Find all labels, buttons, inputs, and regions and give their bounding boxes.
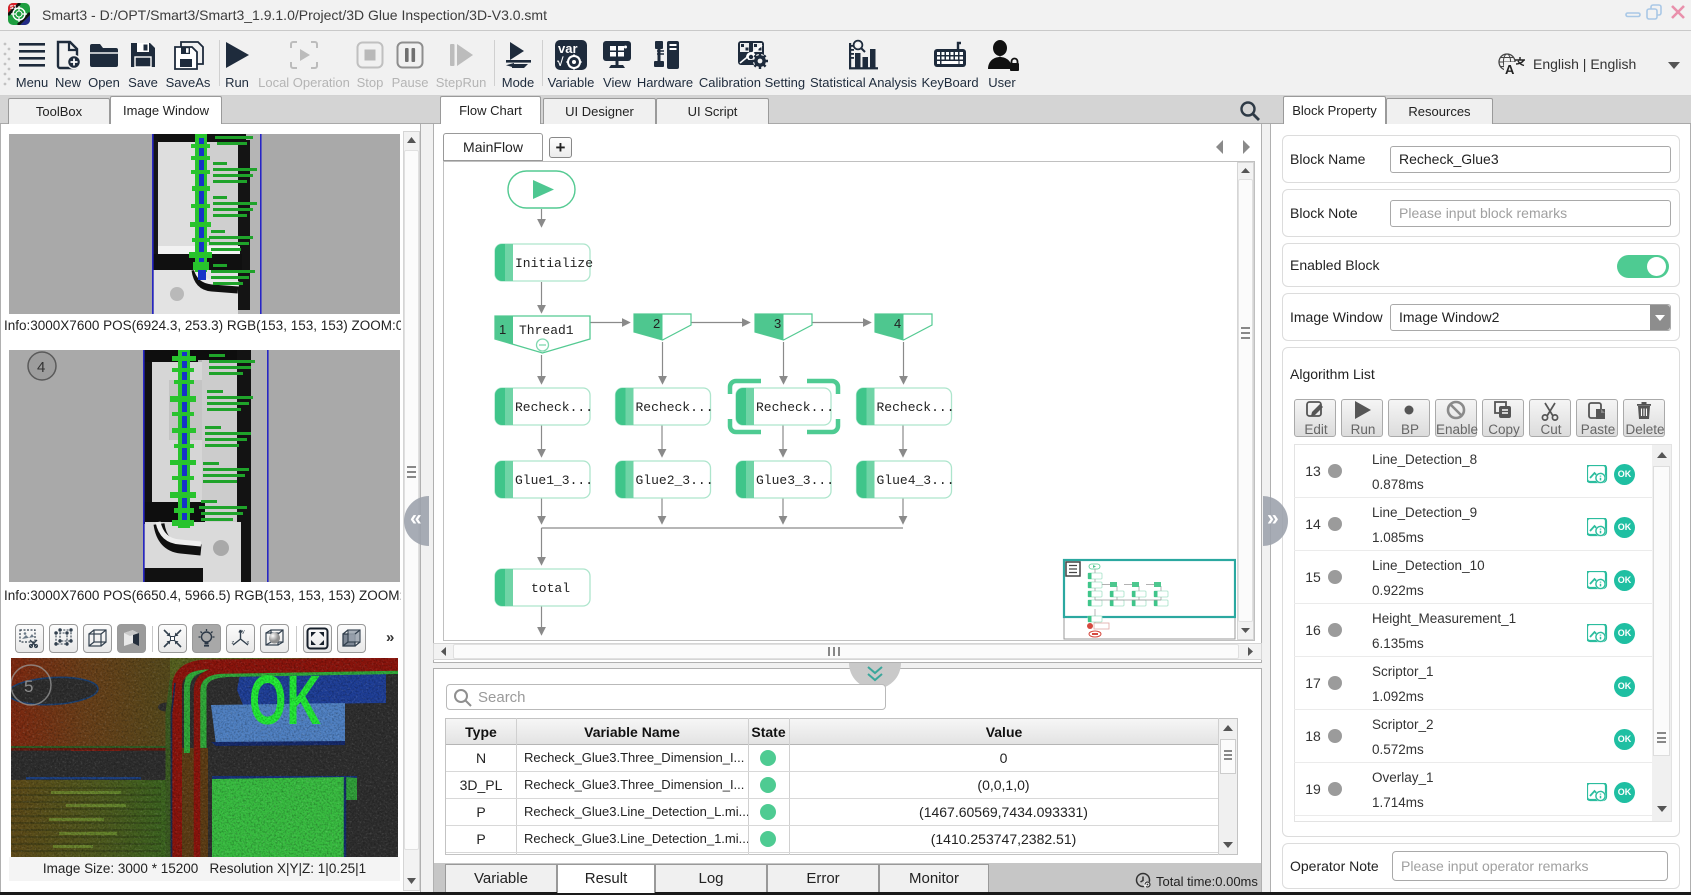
svg-text:A: A	[1505, 62, 1515, 76]
svg-text:y: y	[242, 629, 245, 635]
svg-text:3: 3	[774, 316, 781, 331]
svg-text:4: 4	[894, 316, 901, 331]
svg-text:z: z	[232, 640, 235, 646]
svg-text:total: total	[531, 581, 570, 596]
svg-text:4: 4	[37, 359, 45, 376]
svg-text:Glue2_3...: Glue2_3...	[636, 473, 714, 488]
svg-text:Initialize: Initialize	[515, 256, 593, 271]
svg-text:Glue4_3...: Glue4_3...	[877, 473, 955, 488]
svg-text:√: √	[557, 55, 564, 69]
svg-text:Glue3_3...: Glue3_3...	[756, 473, 834, 488]
svg-text:var: var	[558, 41, 578, 56]
svg-text:Recheck...: Recheck...	[515, 400, 593, 415]
svg-text:5: 5	[24, 677, 33, 696]
svg-text:1: 1	[499, 322, 506, 337]
svg-text:Glue1_3...: Glue1_3...	[515, 473, 593, 488]
svg-text:2: 2	[653, 316, 660, 331]
svg-text:Thread1: Thread1	[519, 323, 574, 338]
svg-text:x: x	[247, 640, 250, 646]
svg-text:S3: S3	[10, 5, 16, 11]
